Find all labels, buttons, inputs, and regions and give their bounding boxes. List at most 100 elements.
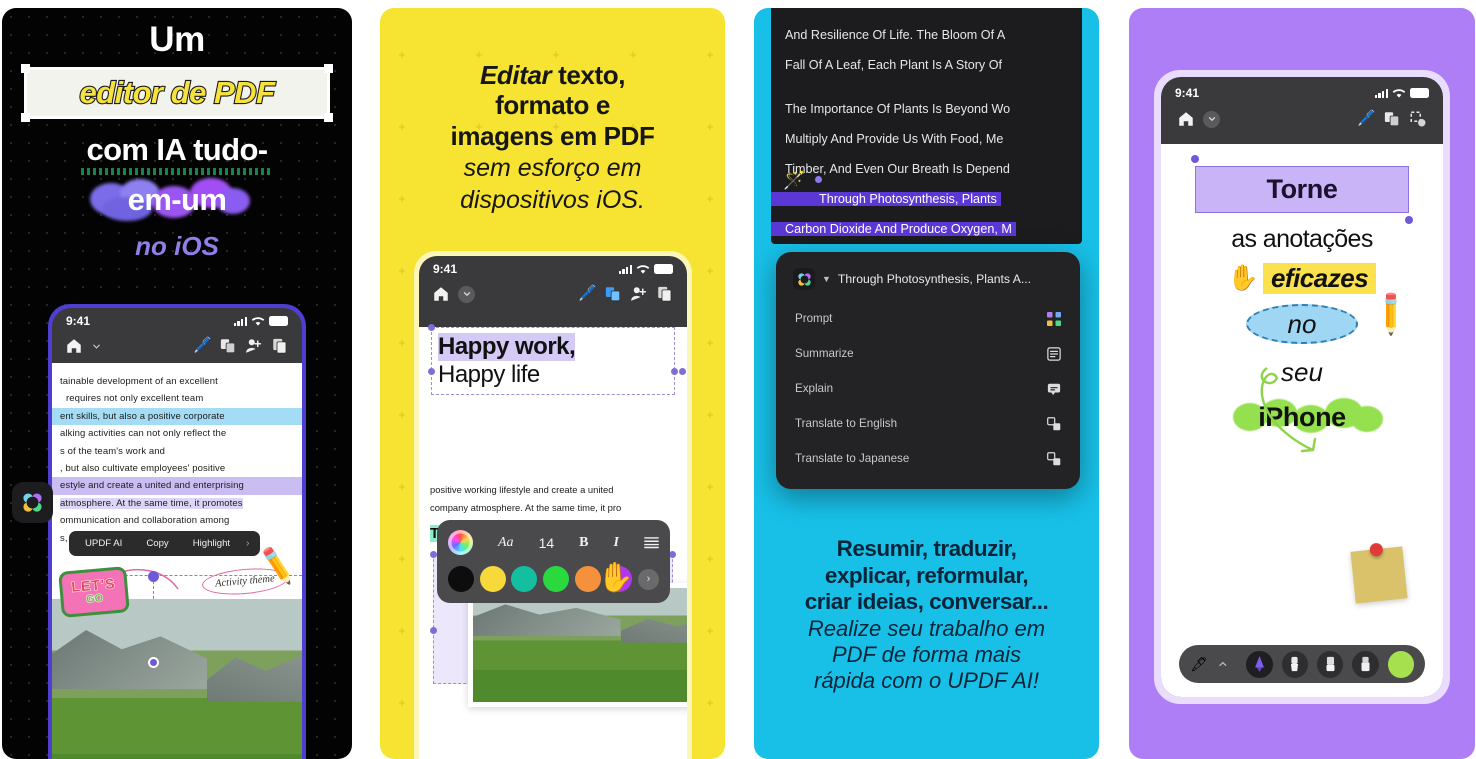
resize-handle-ml[interactable]: [428, 368, 435, 375]
ai-action-menu[interactable]: ▼ Through Photosynthesis, Plants A... Pr…: [776, 252, 1080, 489]
crop-icon[interactable]: [1409, 110, 1427, 128]
resize-handle-bl[interactable]: [21, 113, 30, 122]
copy-pages-icon[interactable]: [656, 285, 674, 303]
context-menu-more-arrow[interactable]: ›: [242, 538, 256, 549]
page-layout-icon[interactable]: [219, 337, 237, 355]
resize-handle-tl[interactable]: [428, 324, 435, 331]
ai-menu-item-prompt[interactable]: Prompt: [776, 301, 1080, 336]
resize-handle-tr[interactable]: [324, 64, 333, 73]
highlighter-icon[interactable]: [1352, 650, 1379, 678]
highlighter-icon[interactable]: 🖊️: [193, 337, 212, 355]
editable-text-line-2[interactable]: Happy life: [438, 361, 668, 389]
ai-menu-title: Through Photosynthesis, Plants A...: [837, 272, 1031, 286]
chevron-down-icon[interactable]: [458, 285, 475, 303]
annotation-toolbar[interactable]: 🖋: [1179, 645, 1425, 683]
updf-ai-logo-badge[interactable]: [12, 482, 53, 523]
resize-handle-tl[interactable]: [1191, 155, 1199, 163]
text-format-toolbar[interactable]: Aa 14 B I ›: [437, 520, 670, 603]
page-layout-icon[interactable]: [604, 285, 622, 303]
annotation-canvas[interactable]: Torne as anotações ✋ eficazes no ✏️ seu: [1161, 144, 1443, 697]
resize-handle-tl[interactable]: [430, 551, 437, 558]
chevron-down-icon[interactable]: [91, 341, 102, 352]
align-icon[interactable]: [644, 536, 659, 549]
status-time: 9:41: [433, 262, 458, 276]
swatch-teal[interactable]: [511, 566, 538, 592]
status-bar: 9:41: [1161, 77, 1443, 102]
ai-menu-item-translate-japanese[interactable]: Translate to Japanese: [776, 441, 1080, 476]
resize-handle-mr2[interactable]: [679, 368, 686, 375]
screenshot-panel-2[interactable]: + + + + + + + + + + + + + + + + + + + + + + + + + + Edit…: [380, 8, 725, 759]
home-icon[interactable]: [65, 337, 83, 355]
selection-handle-start[interactable]: [815, 176, 822, 183]
text-selection-box[interactable]: Torne: [1191, 155, 1413, 224]
swatch-more-button[interactable]: ›: [637, 568, 659, 590]
resize-handle-br[interactable]: [1405, 216, 1413, 224]
context-menu-item-updf-ai[interactable]: UPDF AI: [73, 538, 134, 549]
headline-line-1-bold: texto,: [558, 60, 626, 90]
context-menu-item-copy[interactable]: Copy: [134, 538, 180, 549]
annotated-image-region: Activity theme LET'S GO: [52, 559, 302, 759]
chevron-down-icon[interactable]: ▼: [822, 274, 831, 284]
home-icon[interactable]: [1177, 110, 1195, 128]
pen-tip-icon[interactable]: 🖋: [1190, 656, 1208, 673]
resize-handle-tl[interactable]: [21, 64, 30, 73]
color-swatch-icon[interactable]: [1387, 650, 1415, 678]
magic-wand-icon[interactable]: 🪄: [783, 170, 805, 191]
app-toolbar[interactable]: 🖊️: [419, 278, 687, 311]
format-row-primary[interactable]: Aa 14 B I: [448, 530, 659, 555]
annotation-line-3-row: ✋ eficazes: [1161, 263, 1443, 294]
screenshot-panel-3[interactable]: And Resilience Of Life. The Bloom Of A F…: [754, 8, 1099, 759]
eraser-icon[interactable]: [1317, 650, 1344, 678]
resize-handle-br[interactable]: [324, 113, 333, 122]
marker-icon[interactable]: [1281, 650, 1309, 678]
pen-icon[interactable]: [1246, 650, 1273, 678]
selection-handle-top[interactable]: [148, 571, 159, 582]
resize-handle-ml[interactable]: [430, 627, 437, 634]
chevron-up-icon[interactable]: [1217, 658, 1229, 670]
font-size-value[interactable]: 14: [539, 535, 555, 551]
editable-text-line-1[interactable]: Happy work,: [438, 333, 668, 361]
screenshot-panel-1[interactable]: Um editor de PDF com IA tudo- em-um no i…: [2, 8, 352, 759]
share-icon[interactable]: [630, 285, 648, 303]
text-selection-context-menu[interactable]: UPDF AI Copy Highlight ›: [69, 531, 261, 556]
swatch-yellow[interactable]: [479, 566, 506, 592]
panel3-document-viewer[interactable]: And Resilience Of Life. The Bloom Of A F…: [771, 8, 1082, 244]
page-layout-icon[interactable]: [1383, 110, 1401, 128]
color-wheel-icon[interactable]: [448, 530, 473, 555]
swatch-green[interactable]: [542, 566, 569, 592]
screenshot-panel-4[interactable]: 9:41 🖊️ Torne as anotações ✋ eficazes no…: [1129, 8, 1475, 759]
pencil-emoji-icon: ✏️: [1365, 288, 1416, 339]
copy-pages-icon[interactable]: [271, 337, 289, 355]
context-menu-item-highlight[interactable]: Highlight: [181, 538, 242, 549]
app-toolbar[interactable]: 🖊️: [1161, 102, 1443, 137]
text-box-selection[interactable]: Happy work, Happy life: [428, 324, 686, 395]
swatch-black[interactable]: [448, 566, 474, 592]
italic-button[interactable]: I: [613, 535, 618, 551]
ai-menu-item-explain[interactable]: Explain: [776, 371, 1080, 406]
doc-line: , but also cultivate employees' positive: [60, 463, 226, 475]
ai-menu-header: ▼ Through Photosynthesis, Plants A...: [776, 261, 1080, 301]
home-icon[interactable]: [432, 285, 450, 303]
ai-menu-item-summarize[interactable]: Summarize: [776, 336, 1080, 371]
bold-button[interactable]: B: [579, 535, 588, 551]
updf-ai-logo-badge[interactable]: [793, 268, 815, 290]
panel2-phone-mockup: 9:41 🖊️ Happy work, Happy life positive …: [414, 251, 692, 759]
font-family-button[interactable]: Aa: [498, 535, 514, 551]
chevron-down-icon[interactable]: [1203, 110, 1220, 128]
highlighter-icon[interactable]: 🖊️: [1357, 110, 1376, 128]
sticky-note-annotation[interactable]: [1350, 542, 1408, 604]
swatch-orange[interactable]: [574, 566, 601, 592]
document-editor[interactable]: Happy work, Happy life positive working …: [419, 324, 687, 759]
app-toolbar[interactable]: 🖊️: [52, 330, 302, 363]
resize-handle-mr[interactable]: [671, 368, 678, 375]
share-icon[interactable]: [245, 337, 263, 355]
doc-line: Multiply And Provide Us With Food, Me: [785, 132, 1004, 146]
ai-menu-item-label: Translate to Japanese: [795, 452, 910, 465]
ai-menu-item-translate-english[interactable]: Translate to English: [776, 406, 1080, 441]
highlighter-icon[interactable]: 🖊️: [578, 285, 597, 303]
selection-handle-mid[interactable]: [148, 657, 159, 668]
document-viewer[interactable]: tainable development of an excellent req…: [52, 363, 302, 759]
headline-line-3: com IA tudo-: [86, 132, 268, 167]
resize-handle-tr[interactable]: [669, 551, 676, 558]
pencil-emoji-icon: ✏️: [255, 546, 300, 587]
